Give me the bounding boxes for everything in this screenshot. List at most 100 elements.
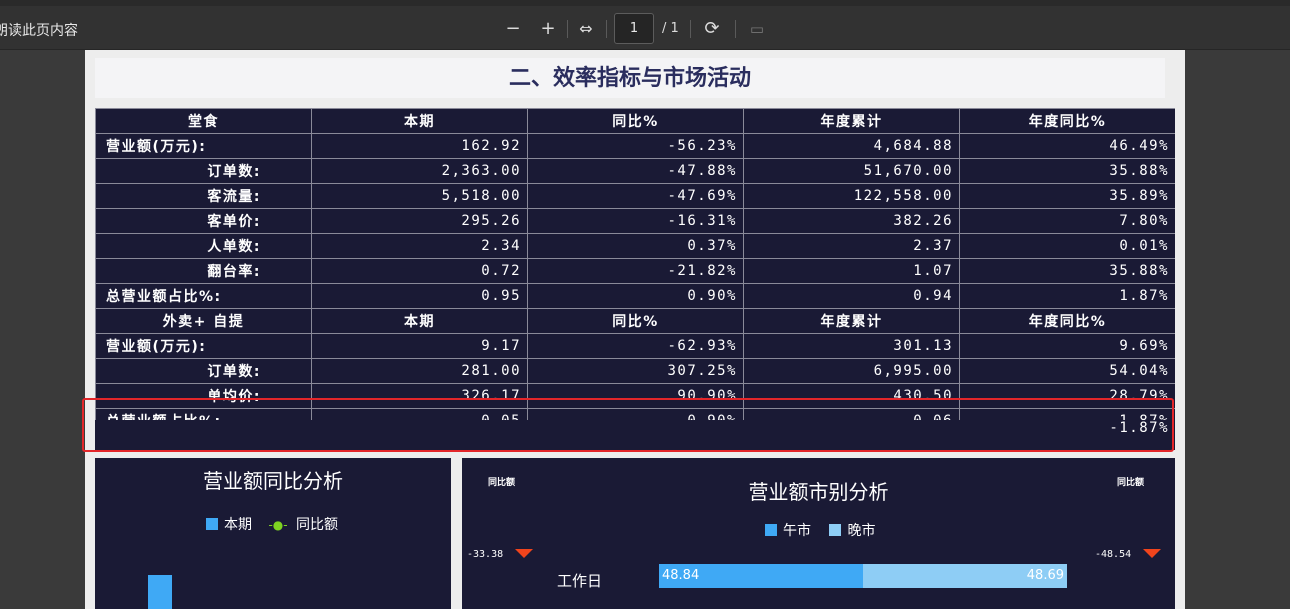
table-header-cell: 本期 (311, 308, 528, 334)
table-header-cell: 年度同比% (959, 108, 1175, 134)
table-cell: -16.31% (527, 208, 744, 234)
row-label: 营业额(万元): (95, 133, 312, 159)
table-cell: 46.49% (959, 133, 1175, 159)
table-row: 客单价: 295.26 -16.31% 382.26 7.80% (95, 208, 1175, 234)
table-cell: 9.69% (959, 333, 1175, 359)
right-chart-title: 营业额市别分析 (748, 480, 889, 504)
row-label: 客单价: (95, 208, 312, 234)
table-header-cell: 本期 (311, 108, 528, 134)
table-cell: 4,684.88 (743, 133, 960, 159)
right-yoy-value: -48.54 (1095, 549, 1132, 560)
table-row: 人单数: 2.34 0.37% 2.37 0.01% (95, 233, 1175, 259)
fit-width-icon[interactable]: ⇔ (572, 16, 600, 42)
bar-current (148, 575, 172, 609)
table-row: 订单数: 281.00 307.25% 6,995.00 54.04% (95, 358, 1175, 384)
table-cell: 9.17 (311, 333, 528, 359)
row-label: 订单数: (95, 158, 312, 184)
row-label: 营业额(万元): (95, 333, 312, 359)
table-header-cell: 同比% (527, 108, 744, 134)
section-title: 二、效率指标与市场活动 (508, 66, 751, 91)
down-arrow-icon (515, 549, 533, 558)
row-label: 总营业额占比%: (95, 283, 312, 309)
down-arrow-icon (1143, 549, 1161, 558)
table-row: 翻台率: 0.72 -21.82% 1.07 35.88% (95, 258, 1175, 284)
table-cell: 301.13 (743, 333, 960, 359)
legend-swatch-current (206, 518, 218, 530)
table-cell: 0.95 (311, 283, 528, 309)
read-aloud-button[interactable]: 朗读此页内容 (0, 20, 78, 40)
row-label: 翻台率: (95, 258, 312, 284)
table-header-cell: 年度累计 (743, 308, 960, 334)
toolbar-divider (567, 20, 568, 38)
toolbar-divider (735, 20, 736, 38)
table-cell: 35.88% (959, 258, 1175, 284)
rotate-icon[interactable]: ⟳ (698, 16, 726, 42)
table-cell: 122,558.00 (743, 183, 960, 209)
toolbar-divider (690, 20, 691, 38)
left-yoy-label: 同比额 (488, 478, 516, 488)
document-page: 二、效率指标与市场活动 堂食 本期 同比% 年度累计 年度同比% 营业额(万元): 162.… (85, 50, 1185, 609)
table-cell: 0.90% (527, 283, 744, 309)
left-yoy-value: -33.38 (467, 549, 504, 560)
row-label-workday: 工作日 (557, 572, 603, 590)
left-chart-title: 营业额同比分析 (203, 469, 343, 493)
table-cell: -21.82% (527, 258, 744, 284)
table-cell: -62.93% (527, 333, 744, 359)
right-yoy-label: 同比额 (1117, 478, 1145, 488)
section-title-bar: 二、效率指标与市场活动 (95, 58, 1165, 98)
legend-label-lunch: 午市 (783, 523, 811, 539)
right-chart-legend: 午市 晚市 (765, 520, 875, 540)
table-cell: 0.72 (311, 258, 528, 284)
table-cell: 54.04% (959, 358, 1175, 384)
table-header-cell: 年度累计 (743, 108, 960, 134)
table-cell: 162.92 (311, 133, 528, 159)
table-row: 客流量: 5,518.00 -47.69% 122,558.00 35.89% (95, 183, 1175, 209)
table-cell: 7.80% (959, 208, 1175, 234)
table-cell: -56.23% (527, 133, 744, 159)
table-header-cell: 年度同比% (959, 308, 1175, 334)
zoom-in-button[interactable]: + (534, 16, 562, 42)
table-row: 订单数: 2,363.00 -47.88% 51,670.00 35.88% (95, 158, 1175, 184)
table-cell: 382.26 (743, 208, 960, 234)
table-cell: 0.94 (743, 283, 960, 309)
row-label: 订单数: (95, 358, 312, 384)
highlight-annotation (82, 398, 1174, 452)
table-header-row: 外卖+ 自提 本期 同比% 年度累计 年度同比% (95, 308, 1175, 334)
table-cell: 2.34 (311, 233, 528, 259)
bar-lunch: 48.84 (659, 564, 863, 588)
legend-label-yoy: 同比额 (296, 517, 339, 533)
table-cell: 5,518.00 (311, 183, 528, 209)
table-cell: 2.37 (743, 233, 960, 259)
row-label: 客流量: (95, 183, 312, 209)
page-total: / 1 (662, 21, 679, 36)
table-cell: -47.88% (527, 158, 744, 184)
table-cell: 51,670.00 (743, 158, 960, 184)
legend-label-current: 本期 (224, 517, 252, 533)
table-cell: 35.88% (959, 158, 1175, 184)
page-number-input[interactable]: 1 (614, 13, 654, 44)
table-cell: 6,995.00 (743, 358, 960, 384)
table-cell: 35.89% (959, 183, 1175, 209)
bar-dinner: 48.69 (863, 564, 1067, 588)
table-row: 总营业额占比%: 0.95 0.90% 0.94 1.87% (95, 283, 1175, 309)
table-row: 营业额(万元): 162.92 -56.23% 4,684.88 46.49% (95, 133, 1175, 159)
metrics-table: 堂食 本期 同比% 年度累计 年度同比% 营业额(万元): 162.92 -56.23% 4,6… (95, 108, 1175, 434)
legend-line-yoy-icon: -●- (268, 518, 288, 532)
left-chart-legend: 本期 -●- 同比额 (206, 514, 338, 534)
table-header-row: 堂食 本期 同比% 年度累计 年度同比% (95, 108, 1175, 134)
pdf-toolbar: 朗读此页内容 − + ⇔ 1 / 1 ⟳ ▭ (0, 0, 1290, 50)
table-row: 营业额(万元): 9.17 -62.93% 301.13 9.69% (95, 333, 1175, 359)
row-label: 人单数: (95, 233, 312, 259)
metrics-table-container: 堂食 本期 同比% 年度累计 年度同比% 营业额(万元): 162.92 -56.23% 4,6… (95, 108, 1175, 448)
table-cell: 2,363.00 (311, 158, 528, 184)
two-page-icon[interactable]: ▭ (743, 16, 771, 42)
zoom-out-button[interactable]: − (499, 16, 527, 42)
revenue-by-shift-chart-panel: 营业额市别分析 同比额 同比额 午市 晚市 -33.38 -48.54 工作日 … (462, 458, 1175, 609)
toolbar-divider (606, 20, 607, 38)
table-cell: -47.69% (527, 183, 744, 209)
table-header-cell: 堂食 (95, 108, 312, 134)
table-cell: 0.01% (959, 233, 1175, 259)
table-cell: 307.25% (527, 358, 744, 384)
table-cell: 281.00 (311, 358, 528, 384)
table-header-cell: 同比% (527, 308, 744, 334)
